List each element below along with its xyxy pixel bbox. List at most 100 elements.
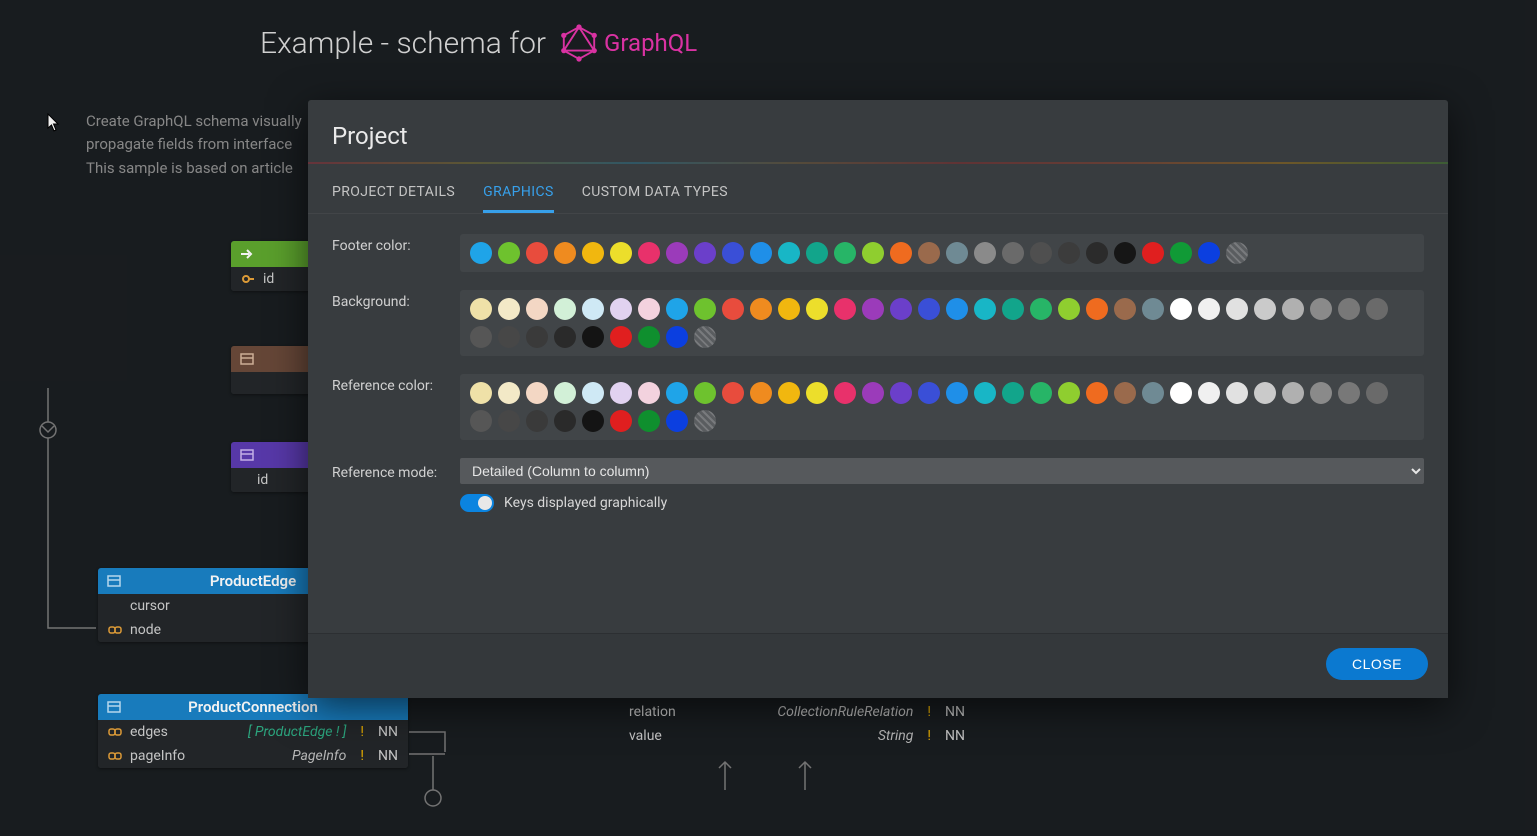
color-swatch[interactable] bbox=[1142, 382, 1164, 404]
color-swatch[interactable] bbox=[722, 382, 744, 404]
color-swatch[interactable] bbox=[1198, 382, 1220, 404]
color-swatch[interactable] bbox=[1282, 382, 1304, 404]
color-swatch[interactable] bbox=[918, 242, 940, 264]
color-swatch[interactable] bbox=[470, 242, 492, 264]
color-swatch[interactable] bbox=[1310, 382, 1332, 404]
tab-graphics[interactable]: GRAPHICS bbox=[483, 176, 554, 213]
color-swatch[interactable] bbox=[722, 242, 744, 264]
color-swatch[interactable] bbox=[974, 298, 996, 320]
tab-project-details[interactable]: PROJECT DETAILS bbox=[332, 176, 455, 213]
color-swatch[interactable] bbox=[778, 298, 800, 320]
color-swatch[interactable] bbox=[1058, 382, 1080, 404]
color-swatch[interactable] bbox=[1030, 242, 1052, 264]
color-swatch[interactable] bbox=[974, 382, 996, 404]
color-swatch[interactable] bbox=[526, 382, 548, 404]
color-swatch[interactable] bbox=[722, 298, 744, 320]
color-swatch[interactable] bbox=[834, 298, 856, 320]
color-swatch[interactable] bbox=[1282, 298, 1304, 320]
color-swatch[interactable] bbox=[582, 326, 604, 348]
color-swatch[interactable] bbox=[470, 326, 492, 348]
color-swatch[interactable] bbox=[638, 326, 660, 348]
color-swatch[interactable] bbox=[974, 242, 996, 264]
color-swatch[interactable] bbox=[834, 242, 856, 264]
color-swatch[interactable] bbox=[666, 298, 688, 320]
keys-displayed-toggle[interactable] bbox=[460, 494, 494, 512]
color-swatch[interactable] bbox=[1114, 298, 1136, 320]
color-swatch[interactable] bbox=[806, 382, 828, 404]
color-swatch[interactable] bbox=[498, 298, 520, 320]
color-swatch[interactable] bbox=[918, 382, 940, 404]
color-swatch[interactable] bbox=[666, 382, 688, 404]
color-swatch[interactable] bbox=[890, 382, 912, 404]
no-color-swatch[interactable] bbox=[694, 326, 716, 348]
color-swatch[interactable] bbox=[610, 410, 632, 432]
color-swatch[interactable] bbox=[862, 382, 884, 404]
color-swatch[interactable] bbox=[918, 298, 940, 320]
color-swatch[interactable] bbox=[554, 242, 576, 264]
color-swatch[interactable] bbox=[834, 382, 856, 404]
color-swatch[interactable] bbox=[526, 326, 548, 348]
color-swatch[interactable] bbox=[470, 410, 492, 432]
color-swatch[interactable] bbox=[582, 410, 604, 432]
color-swatch[interactable] bbox=[1366, 298, 1388, 320]
color-swatch[interactable] bbox=[582, 382, 604, 404]
color-swatch[interactable] bbox=[750, 382, 772, 404]
color-swatch[interactable] bbox=[638, 382, 660, 404]
close-button[interactable]: CLOSE bbox=[1326, 648, 1428, 680]
color-swatch[interactable] bbox=[1198, 242, 1220, 264]
color-swatch[interactable] bbox=[638, 242, 660, 264]
color-swatch[interactable] bbox=[498, 382, 520, 404]
color-swatch[interactable] bbox=[890, 242, 912, 264]
color-swatch[interactable] bbox=[498, 410, 520, 432]
color-swatch[interactable] bbox=[1030, 298, 1052, 320]
color-swatch[interactable] bbox=[750, 298, 772, 320]
color-swatch[interactable] bbox=[946, 242, 968, 264]
color-swatch[interactable] bbox=[1142, 242, 1164, 264]
color-swatch[interactable] bbox=[750, 242, 772, 264]
color-swatch[interactable] bbox=[1058, 298, 1080, 320]
color-swatch[interactable] bbox=[862, 298, 884, 320]
color-swatch[interactable] bbox=[1366, 382, 1388, 404]
color-swatch[interactable] bbox=[1114, 382, 1136, 404]
color-swatch[interactable] bbox=[554, 298, 576, 320]
color-swatch[interactable] bbox=[946, 298, 968, 320]
color-swatch[interactable] bbox=[890, 298, 912, 320]
color-swatch[interactable] bbox=[1338, 298, 1360, 320]
color-swatch[interactable] bbox=[1002, 242, 1024, 264]
color-swatch[interactable] bbox=[1002, 298, 1024, 320]
color-swatch[interactable] bbox=[582, 242, 604, 264]
color-swatch[interactable] bbox=[1226, 382, 1248, 404]
no-color-swatch[interactable] bbox=[694, 410, 716, 432]
color-swatch[interactable] bbox=[666, 242, 688, 264]
color-swatch[interactable] bbox=[694, 242, 716, 264]
color-swatch[interactable] bbox=[1086, 298, 1108, 320]
color-swatch[interactable] bbox=[470, 298, 492, 320]
color-swatch[interactable] bbox=[694, 298, 716, 320]
color-swatch[interactable] bbox=[946, 382, 968, 404]
color-swatch[interactable] bbox=[1086, 382, 1108, 404]
color-swatch[interactable] bbox=[666, 410, 688, 432]
tab-custom-data-types[interactable]: CUSTOM DATA TYPES bbox=[582, 176, 728, 213]
color-swatch[interactable] bbox=[1310, 298, 1332, 320]
color-swatch[interactable] bbox=[1170, 298, 1192, 320]
color-swatch[interactable] bbox=[638, 410, 660, 432]
color-swatch[interactable] bbox=[610, 242, 632, 264]
color-swatch[interactable] bbox=[1254, 382, 1276, 404]
color-swatch[interactable] bbox=[862, 242, 884, 264]
color-swatch[interactable] bbox=[526, 298, 548, 320]
color-swatch[interactable] bbox=[778, 242, 800, 264]
color-swatch[interactable] bbox=[582, 298, 604, 320]
color-swatch[interactable] bbox=[554, 410, 576, 432]
color-swatch[interactable] bbox=[498, 242, 520, 264]
color-swatch[interactable] bbox=[610, 326, 632, 348]
color-swatch[interactable] bbox=[1226, 298, 1248, 320]
color-swatch[interactable] bbox=[526, 410, 548, 432]
color-swatch[interactable] bbox=[778, 382, 800, 404]
color-swatch[interactable] bbox=[526, 242, 548, 264]
color-swatch[interactable] bbox=[554, 326, 576, 348]
color-swatch[interactable] bbox=[470, 382, 492, 404]
color-swatch[interactable] bbox=[1170, 382, 1192, 404]
color-swatch[interactable] bbox=[1170, 242, 1192, 264]
color-swatch[interactable] bbox=[638, 298, 660, 320]
color-swatch[interactable] bbox=[806, 242, 828, 264]
